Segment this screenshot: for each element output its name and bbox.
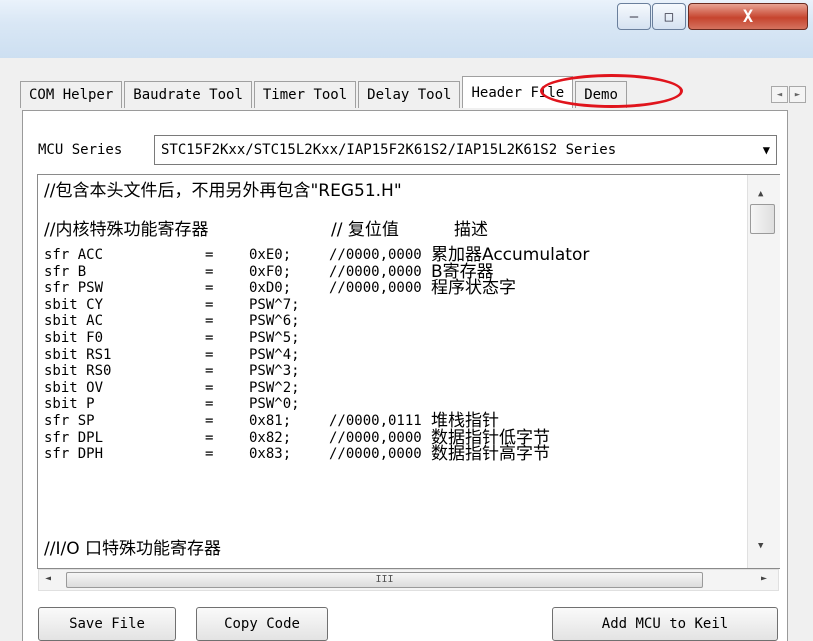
mcu-series-value: STC15F2Kxx/STC15L2Kxx/IAP15F2K61S2/IAP15… — [161, 142, 617, 158]
mcu-series-label: MCU Series — [38, 142, 123, 158]
code-section-io: //I/O 口特殊功能寄存器 — [44, 539, 221, 559]
code-row-equals: = — [205, 247, 214, 263]
code-row-name: sfr ACC — [44, 247, 104, 263]
code-row-name: sbit OV — [44, 380, 104, 396]
code-row-name: sfr PSW — [44, 280, 104, 296]
code-row-equals: = — [205, 297, 214, 313]
tab-scroll-left-button[interactable]: ◄ — [771, 86, 788, 103]
code-row-name: sbit CY — [44, 297, 104, 313]
code-row-equals: = — [205, 380, 214, 396]
code-row-value: 0xF0; — [249, 264, 292, 280]
close-button[interactable]: X — [688, 3, 808, 30]
code-row-reset: //0000,0000 — [329, 247, 422, 263]
tab-strip: COM Helper Baudrate Tool Timer Tool Dela… — [20, 72, 629, 108]
scroll-grip-icon: III — [375, 574, 394, 585]
code-textarea[interactable]: //包含本头文件后，不用另外再包含"REG51.H" //内核特殊功能寄存器 /… — [37, 174, 780, 569]
maximize-button[interactable]: □ — [652, 3, 686, 30]
tab-com-helper[interactable]: COM Helper — [20, 81, 123, 108]
code-row-value: PSW^3; — [249, 363, 300, 379]
code-row-desc: 程序状态字 — [431, 278, 516, 298]
scroll-down-icon[interactable]: ▼ — [758, 541, 763, 551]
code-row-equals: = — [205, 430, 214, 446]
code-row-equals: = — [205, 280, 214, 296]
minimize-button[interactable]: — — [617, 3, 651, 30]
scroll-right-icon[interactable]: ► — [761, 573, 767, 584]
code-row-name: sfr DPH — [44, 446, 104, 462]
code-section-core: //内核特殊功能寄存器 — [44, 220, 209, 240]
horizontal-scroll-thumb[interactable]: III — [66, 572, 703, 588]
code-row-name: sfr SP — [44, 413, 95, 429]
save-file-button[interactable]: Save File — [38, 607, 176, 641]
tab-header-file[interactable]: Header File — [462, 76, 574, 108]
code-row-value: PSW^0; — [249, 396, 300, 412]
code-row-value: PSW^2; — [249, 380, 300, 396]
tab-delay-tool[interactable]: Delay Tool — [358, 81, 461, 108]
chevron-right-icon: ► — [794, 89, 801, 100]
code-row-reset: //0000,0000 — [329, 280, 422, 296]
code-row-reset: //0000,0111 — [329, 413, 422, 429]
tab-scroll-right-button[interactable]: ► — [789, 86, 806, 103]
scroll-left-icon[interactable]: ◄ — [45, 573, 51, 584]
code-row-equals: = — [205, 363, 214, 379]
code-row-name: sfr B — [44, 264, 87, 280]
code-row-desc: 累加器Accumulator — [431, 245, 590, 265]
code-row-value: PSW^5; — [249, 330, 300, 346]
code-row-name: sbit RS1 — [44, 347, 112, 363]
code-row-equals: = — [205, 347, 214, 363]
code-row-value: 0x81; — [249, 413, 292, 429]
close-icon: X — [742, 6, 754, 27]
code-row-value: PSW^7; — [249, 297, 300, 313]
code-col-reset: // 复位值 — [331, 220, 399, 240]
dropdown-arrow-icon: ▼ — [762, 143, 770, 157]
code-line-include: //包含本头文件后，不用另外再包含"REG51.H" — [44, 181, 402, 201]
maximize-icon: □ — [664, 8, 674, 25]
vertical-scroll-thumb[interactable] — [750, 204, 775, 234]
code-row-value: 0x83; — [249, 446, 292, 462]
scroll-up-icon[interactable]: ▲ — [758, 189, 763, 199]
mcu-series-select[interactable]: STC15F2Kxx/STC15L2Kxx/IAP15F2K61S2/IAP15… — [154, 135, 777, 165]
code-row-name: sbit RS0 — [44, 363, 112, 379]
code-row-equals: = — [205, 413, 214, 429]
code-row-name: sbit AC — [44, 313, 104, 329]
vertical-scrollbar[interactable]: ▲ ▼ — [747, 175, 780, 568]
code-row-name: sfr DPL — [44, 430, 104, 446]
horizontal-scrollbar[interactable]: ◄ III ► — [38, 569, 779, 591]
code-row-equals: = — [205, 313, 214, 329]
code-row-value: 0xD0; — [249, 280, 292, 296]
code-col-desc: 描述 — [454, 220, 488, 240]
code-row-value: PSW^6; — [249, 313, 300, 329]
code-row-name: sbit P — [44, 396, 95, 412]
code-row-desc: 数据指针高字节 — [431, 444, 550, 464]
code-row-value: 0xE0; — [249, 247, 292, 263]
minimize-icon: — — [629, 8, 639, 25]
code-row-reset: //0000,0000 — [329, 264, 422, 280]
code-row-equals: = — [205, 330, 214, 346]
copy-code-button[interactable]: Copy Code — [196, 607, 328, 641]
code-row-name: sbit F0 — [44, 330, 104, 346]
tab-demo[interactable]: Demo — [575, 81, 627, 108]
code-row-equals: = — [205, 446, 214, 462]
code-row-reset: //0000,0000 — [329, 430, 422, 446]
chevron-left-icon: ◄ — [776, 89, 783, 100]
code-row-equals: = — [205, 396, 214, 412]
tab-timer-tool[interactable]: Timer Tool — [253, 81, 357, 108]
tab-baudrate-tool[interactable]: Baudrate Tool — [124, 81, 252, 108]
add-mcu-to-keil-button[interactable]: Add MCU to Keil — [552, 607, 778, 641]
code-row-value: 0x82; — [249, 430, 292, 446]
code-row-reset: //0000,0000 — [329, 446, 422, 462]
code-row-desc: 堆栈指针 — [431, 411, 499, 431]
code-row-value: PSW^4; — [249, 347, 300, 363]
code-row-equals: = — [205, 264, 214, 280]
